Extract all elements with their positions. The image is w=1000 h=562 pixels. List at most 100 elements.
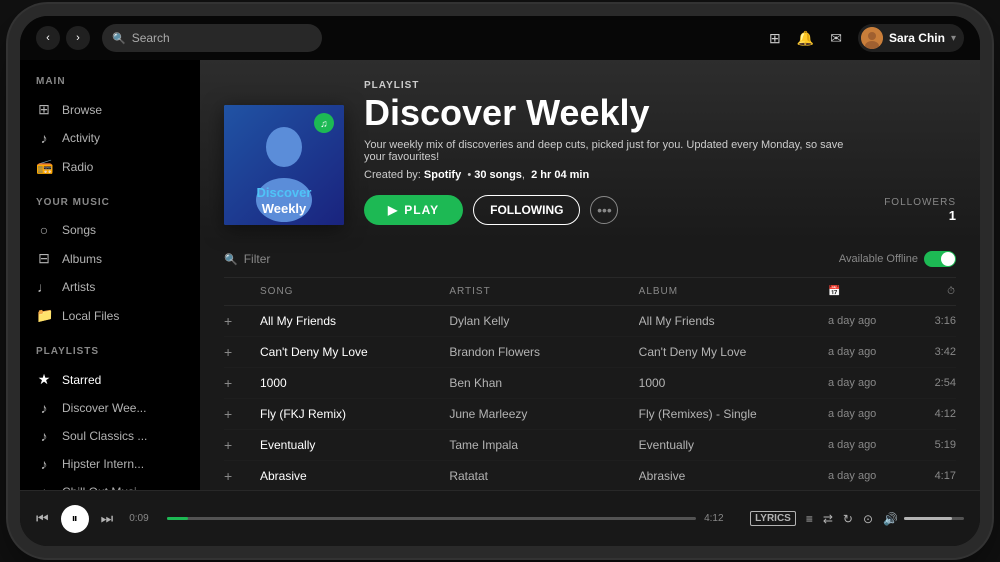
track-artist-3: June Marleezy xyxy=(449,407,630,421)
spotify-app: ‹ › 🔍 ⊞ 🔔 ✉ xyxy=(20,16,980,546)
playlist-cover-art: ♫ Discover Weekly xyxy=(224,105,344,225)
sidebar-item-activity[interactable]: ♪ Activity xyxy=(20,124,200,152)
playlist-icon-0: ♪ xyxy=(36,400,52,416)
track-row[interactable]: + Eventually Tame Impala Eventually a da… xyxy=(224,430,956,461)
nav-arrows: ‹ › xyxy=(36,26,90,50)
offline-label: Available Offline xyxy=(839,253,918,265)
radio-icon: 📻 xyxy=(36,158,52,175)
playlist-description: Your weekly mix of discoveries and deep … xyxy=(364,139,864,163)
playback-right-controls: LYRICS ≡ ⇄ ↻ ⊙ 🔊 xyxy=(750,511,964,526)
forward-button[interactable]: › xyxy=(66,26,90,50)
track-row[interactable]: + 1000 Ben Khan 1000 a day ago 2:54 xyxy=(224,368,956,399)
skip-forward-button[interactable]: ⏭ xyxy=(101,510,114,527)
sidebar-main-section: MAIN ⊞ Browse ♪ Activity 📻 Radio xyxy=(20,76,200,181)
search-bar: 🔍 xyxy=(102,24,322,52)
progress-track[interactable] xyxy=(167,517,696,520)
volume-icon[interactable]: 🔊 xyxy=(883,512,898,526)
messages-icon[interactable]: ✉ xyxy=(830,30,842,47)
sidebar-item-starred[interactable]: ★ Starred xyxy=(20,365,200,394)
sidebar-item-local-files[interactable]: 📁 Local Files xyxy=(20,301,200,330)
sidebar-item-radio[interactable]: 📻 Radio xyxy=(20,152,200,181)
track-add-0: + xyxy=(224,313,252,329)
playback-controls: ⏮ ⏸ ⏭ xyxy=(36,505,113,533)
track-duration-3: 4:12 xyxy=(916,408,956,420)
sidebar-item-albums[interactable]: ⊟ Albums xyxy=(20,244,200,273)
volume-control: 🔊 xyxy=(883,512,964,526)
pause-button[interactable]: ⏸ xyxy=(61,505,89,533)
track-name-3: Fly (FKJ Remix) xyxy=(260,407,441,421)
track-name-4: Eventually xyxy=(260,438,441,452)
filter-input: 🔍 Filter xyxy=(224,252,270,266)
add-track-icon-5[interactable]: + xyxy=(224,468,232,484)
local-files-icon: 📁 xyxy=(36,307,52,324)
add-track-icon-2[interactable]: + xyxy=(224,375,232,391)
track-row[interactable]: + Fly (FKJ Remix) June Marleezy Fly (Rem… xyxy=(224,399,956,430)
sidebar-item-browse[interactable]: ⊞ Browse xyxy=(20,95,200,124)
track-add-3: + xyxy=(224,406,252,422)
track-artist-1: Brandon Flowers xyxy=(449,345,630,359)
user-menu[interactable]: Sara Chin ▾ xyxy=(858,24,964,52)
playlist-header: ♫ Discover Weekly PLAYLIST Discover Week… xyxy=(200,60,980,241)
sidebar-your-music-section: YOUR MUSIC ○ Songs ⊟ Albums ♩ Artists � xyxy=(20,197,200,330)
chevron-down-icon: ▾ xyxy=(951,33,956,44)
notifications-icon[interactable]: 🔔 xyxy=(797,30,814,47)
grid-icon[interactable]: ⊞ xyxy=(769,30,781,47)
track-album-5: Abrasive xyxy=(639,469,820,483)
nav-right: ⊞ 🔔 ✉ Sara Chin ▾ xyxy=(769,24,964,52)
track-row[interactable]: + All My Friends Dylan Kelly All My Frie… xyxy=(224,306,956,337)
track-duration-1: 3:42 xyxy=(916,346,956,358)
track-rows: + All My Friends Dylan Kelly All My Frie… xyxy=(224,306,956,490)
playback-bar: ⏮ ⏸ ⏭ 0:09 4:12 LYRICS ≡ ⇄ ↻ ⊙ 🔊 xyxy=(20,490,980,546)
track-artist-5: Ratatat xyxy=(449,469,630,483)
add-track-icon-4[interactable]: + xyxy=(224,437,232,453)
track-album-0: All My Friends xyxy=(639,314,820,328)
repeat-icon[interactable]: ↻ xyxy=(843,512,853,526)
track-album-4: Eventually xyxy=(639,438,820,452)
toggle-knob xyxy=(941,252,955,266)
track-artist-2: Ben Khan xyxy=(449,376,630,390)
content-area: ♫ Discover Weekly PLAYLIST Discover Week… xyxy=(200,60,980,490)
track-name-5: Abrasive xyxy=(260,469,441,483)
search-input[interactable] xyxy=(132,31,312,45)
browse-icon: ⊞ xyxy=(36,101,52,118)
add-track-icon-3[interactable]: + xyxy=(224,406,232,422)
track-row[interactable]: + Can't Deny My Love Brandon Flowers Can… xyxy=(224,337,956,368)
artists-icon: ♩ xyxy=(36,279,52,295)
more-options-button[interactable]: ••• xyxy=(590,196,618,224)
track-list-container: 🔍 Filter Available Offline SONG xyxy=(200,241,980,490)
following-button[interactable]: FOLLOWING xyxy=(473,195,580,225)
songs-icon: ○ xyxy=(36,222,52,238)
lyrics-button[interactable]: LYRICS xyxy=(750,511,796,526)
playlist-info: PLAYLIST Discover Weekly Your weekly mix… xyxy=(364,80,956,225)
sidebar-item-songs[interactable]: ○ Songs xyxy=(20,216,200,244)
track-album-1: Can't Deny My Love xyxy=(639,345,820,359)
sidebar-item-hipster-intern[interactable]: ♪ Hipster Intern... xyxy=(20,450,200,478)
cast-icon[interactable]: ⊙ xyxy=(863,512,873,526)
playlist-type-label: PLAYLIST xyxy=(364,80,956,91)
queue-icon[interactable]: ≡ xyxy=(806,512,813,526)
starred-icon: ★ xyxy=(36,371,52,388)
offline-toggle-switch[interactable] xyxy=(924,251,956,267)
track-date-5: a day ago xyxy=(828,470,908,482)
sidebar-item-discover-weekly[interactable]: ♪ Discover Wee... xyxy=(20,394,200,422)
track-name-2: 1000 xyxy=(260,376,441,390)
sidebar-item-artists[interactable]: ♩ Artists xyxy=(20,273,200,301)
track-add-5: + xyxy=(224,468,252,484)
albums-icon: ⊟ xyxy=(36,250,52,267)
track-artist-0: Dylan Kelly xyxy=(449,314,630,328)
track-date-4: a day ago xyxy=(828,439,908,451)
track-date-3: a day ago xyxy=(828,408,908,420)
skip-back-button[interactable]: ⏮ xyxy=(36,510,49,527)
play-button[interactable]: ▶ PLAY xyxy=(364,195,463,225)
track-row[interactable]: + Abrasive Ratatat Abrasive a day ago 4:… xyxy=(224,461,956,490)
volume-track[interactable] xyxy=(904,517,964,520)
add-track-icon-0[interactable]: + xyxy=(224,313,232,329)
activity-icon: ♪ xyxy=(36,130,52,146)
sidebar-item-soul-classics[interactable]: ♪ Soul Classics ... xyxy=(20,422,200,450)
shuffle-icon[interactable]: ⇄ xyxy=(823,512,833,526)
add-track-icon-1[interactable]: + xyxy=(224,344,232,360)
track-name-0: All My Friends xyxy=(260,314,441,328)
back-button[interactable]: ‹ xyxy=(36,26,60,50)
user-name-label: Sara Chin xyxy=(889,31,945,45)
sidebar-item-chill-out[interactable]: ♪ Chill Out Musi... xyxy=(20,478,200,490)
